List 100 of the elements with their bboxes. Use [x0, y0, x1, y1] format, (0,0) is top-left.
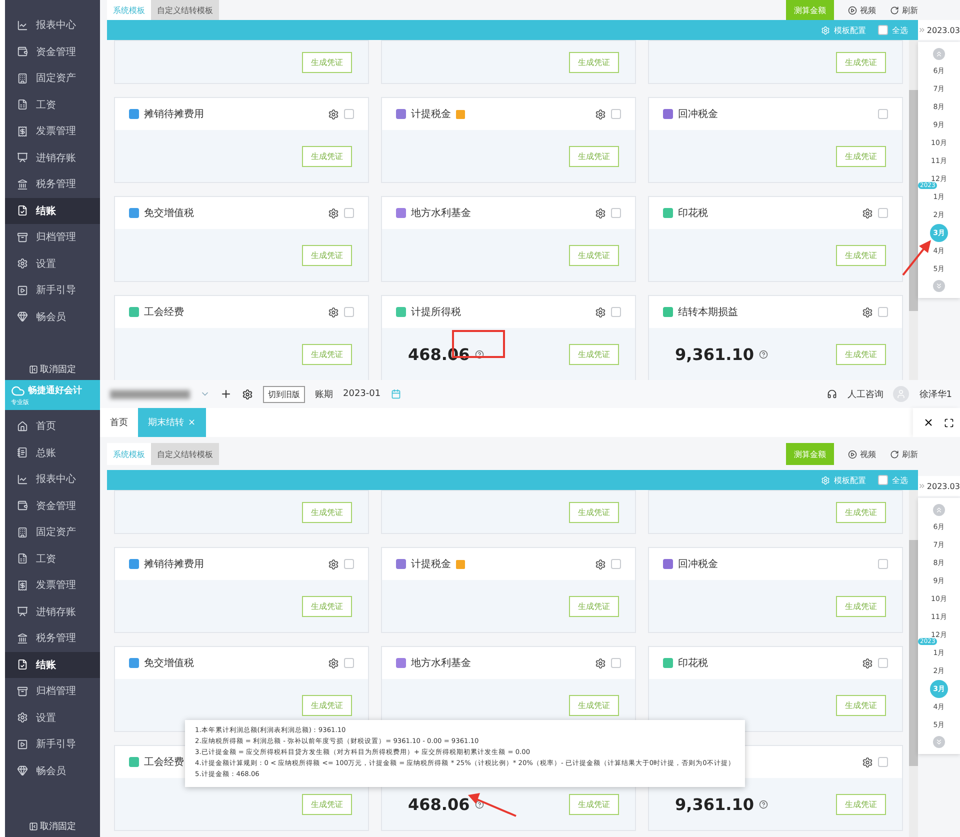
settings-icon[interactable]: [328, 306, 339, 318]
template-tab[interactable]: 自定义结转模板: [151, 443, 219, 465]
settings-icon[interactable]: [595, 108, 606, 120]
card-checkbox[interactable]: [611, 109, 621, 119]
headset-icon[interactable]: [827, 389, 838, 399]
card-checkbox[interactable]: [611, 559, 621, 569]
file-check-icon: [17, 659, 28, 670]
avatar[interactable]: [893, 386, 910, 402]
refresh-link[interactable]: 刷新: [890, 448, 918, 460]
card-checkbox[interactable]: [878, 658, 888, 668]
help-icon[interactable]: [474, 350, 484, 358]
nav-item[interactable]: 进销存账: [5, 598, 100, 625]
expand-icon[interactable]: [918, 482, 926, 490]
nav-item[interactable]: 资金管理: [5, 492, 100, 519]
card-checkbox[interactable]: [344, 208, 354, 218]
card-checkbox[interactable]: [611, 658, 621, 668]
chart-icon: [17, 20, 28, 31]
help-icon[interactable]: [758, 350, 768, 358]
settings-icon[interactable]: [595, 208, 606, 218]
scroll-up-icon[interactable]: [933, 504, 945, 516]
template-tab[interactable]: 自定义结转模板: [151, 0, 219, 20]
period-value[interactable]: 2023-01: [343, 389, 381, 399]
scroll-down-icon[interactable]: [933, 280, 945, 292]
scroll-down-icon[interactable]: [933, 736, 945, 748]
plus-icon[interactable]: [220, 388, 232, 400]
nav-item[interactable]: 资金管理: [5, 38, 100, 65]
help-icon[interactable]: [474, 800, 484, 808]
nav-item[interactable]: 发票管理: [5, 572, 100, 598]
scrollbar[interactable]: [909, 490, 918, 837]
house-icon: [17, 420, 28, 432]
card-checkbox[interactable]: [344, 658, 354, 668]
wallet-icon: [17, 500, 28, 512]
nav-item[interactable]: 固定资产: [5, 65, 100, 92]
nav-item[interactable]: 新手引导: [5, 277, 100, 304]
unpin-button[interactable]: 取消固定: [5, 363, 100, 376]
nav-item[interactable]: 发票管理: [5, 118, 100, 144]
fullscreen-icon[interactable]: [944, 418, 954, 428]
unpin-button[interactable]: 取消固定: [5, 820, 100, 833]
scrollbar[interactable]: [909, 40, 918, 380]
card-checkbox[interactable]: [878, 559, 888, 569]
nav-item[interactable]: 畅会员: [5, 304, 100, 330]
amount-value: 468.06: [408, 794, 470, 814]
refresh-link[interactable]: 刷新: [890, 4, 918, 16]
scroll-up-icon[interactable]: [933, 48, 945, 60]
settings-icon[interactable]: [862, 208, 873, 218]
nav-item[interactable]: 结账: [5, 652, 100, 678]
support-link[interactable]: 人工咨询: [847, 388, 884, 400]
switch-version-button[interactable]: 切到旧版: [263, 386, 305, 402]
nav-item[interactable]: 报表中心: [5, 12, 100, 38]
card-checkbox[interactable]: [878, 307, 888, 317]
card-title: 回冲税金: [678, 108, 718, 121]
card-checkbox[interactable]: [611, 307, 621, 317]
card-checkbox[interactable]: [344, 559, 354, 569]
nav-item[interactable]: 税务管理: [5, 171, 100, 198]
nav-item[interactable]: 工资: [5, 92, 100, 118]
nav-item[interactable]: 结账: [5, 198, 100, 224]
settings-icon[interactable]: [595, 558, 606, 570]
nav-item[interactable]: 归档管理: [5, 224, 100, 250]
nav-item[interactable]: 固定资产: [5, 519, 100, 546]
card-checkbox[interactable]: [344, 307, 354, 317]
nav-item[interactable]: 归档管理: [5, 678, 100, 704]
nav-item[interactable]: 新手引导: [5, 731, 100, 758]
play-icon: [17, 284, 28, 296]
card-checkbox[interactable]: [611, 208, 621, 218]
settings-icon[interactable]: [862, 306, 873, 318]
nav-item[interactable]: 畅会员: [5, 758, 100, 784]
help-icon[interactable]: [758, 800, 768, 808]
video-link[interactable]: 视频: [848, 4, 876, 16]
nav-item[interactable]: 税务管理: [5, 625, 100, 652]
nav-item[interactable]: 总账: [5, 440, 100, 466]
nav-item[interactable]: 设置: [5, 250, 100, 277]
page-tab[interactable]: 首页: [100, 408, 138, 437]
card-checkbox[interactable]: [344, 109, 354, 119]
settings-icon: [17, 712, 28, 724]
calendar-icon[interactable]: [390, 389, 401, 399]
nav-item[interactable]: 设置: [5, 704, 100, 731]
settings-icon: [821, 26, 830, 34]
expand-icon[interactable]: [918, 26, 926, 34]
user-name[interactable]: 徐泽华1: [919, 388, 952, 400]
settings-icon[interactable]: [595, 658, 606, 668]
video-link[interactable]: 视频: [848, 448, 876, 460]
settings-icon[interactable]: [242, 388, 253, 400]
settings-icon[interactable]: [862, 658, 873, 668]
settings-icon[interactable]: [595, 306, 606, 318]
card-checkbox[interactable]: [878, 109, 888, 119]
nav-item[interactable]: 首页: [5, 413, 100, 440]
card-title: 工会经费: [144, 756, 184, 769]
nav-item[interactable]: 工资: [5, 546, 100, 572]
settings-icon[interactable]: [328, 558, 339, 570]
settings-icon[interactable]: [328, 208, 339, 218]
card-checkbox[interactable]: [878, 757, 888, 767]
card-checkbox[interactable]: [878, 208, 888, 218]
settings-icon[interactable]: [862, 756, 873, 768]
period-label: 账期: [315, 388, 333, 400]
settings-icon[interactable]: [328, 658, 339, 668]
nav-item[interactable]: 报表中心: [5, 466, 100, 492]
close-icon[interactable]: [923, 417, 934, 428]
cloud-icon: [11, 384, 25, 398]
nav-item[interactable]: 进销存账: [5, 144, 100, 171]
settings-icon[interactable]: [328, 108, 339, 120]
